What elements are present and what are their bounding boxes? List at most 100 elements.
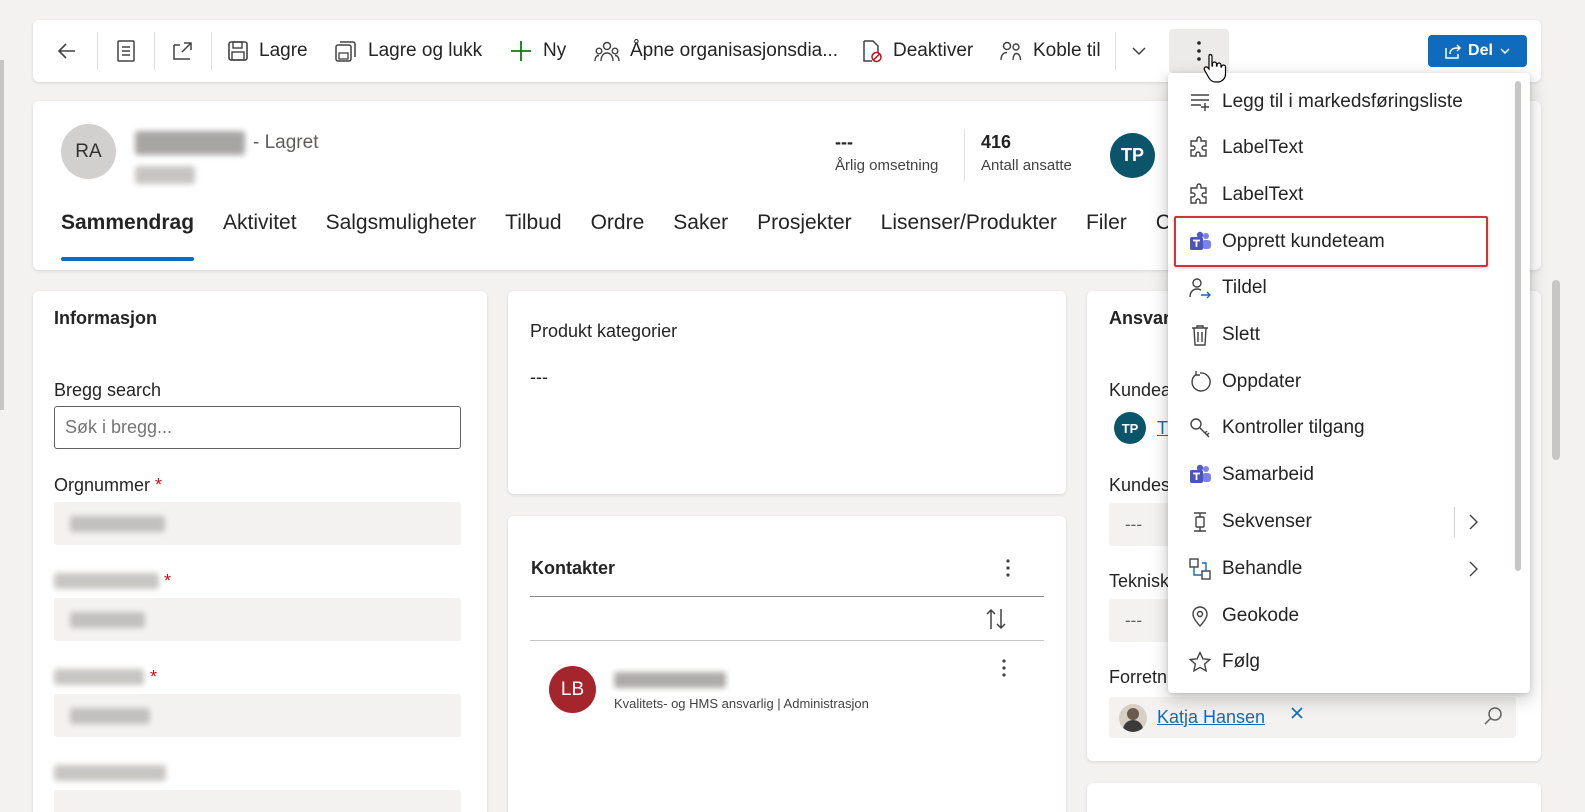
open-org-chart-button[interactable]: Åpne organisasjonsdia... [594, 20, 838, 82]
chevron-right-icon [1462, 511, 1484, 539]
contacts-title: Kontakter [531, 558, 616, 578]
menu-item-follow[interactable]: Følg [1168, 639, 1508, 685]
redacted-value [70, 612, 145, 628]
save-close-button[interactable]: Lagre og lukk [334, 20, 482, 82]
contact-name-redacted[interactable] [614, 672, 726, 688]
connect-label: Koble til [1033, 40, 1101, 61]
more-vertical-icon [1006, 559, 1010, 577]
contacts-more-button[interactable] [1005, 558, 1011, 583]
tab-salgsmuligheter[interactable]: Salgsmuligheter [326, 211, 477, 261]
deactivate-icon [863, 40, 882, 63]
contact-more-button[interactable] [1001, 658, 1007, 683]
tab-sammendrag[interactable]: Sammendrag [61, 211, 195, 261]
company-name-field[interactable] [54, 598, 461, 641]
menu-item-refresh[interactable]: Oppdater [1168, 359, 1508, 405]
divider [964, 129, 965, 181]
record-subtitle-redacted [135, 166, 195, 184]
redacted-value [70, 708, 150, 724]
more-vertical-icon [1002, 659, 1006, 677]
business-responsible-label: Forretn [1109, 667, 1168, 687]
connect-dropdown-button[interactable] [1130, 20, 1158, 82]
puzzle-icon [1188, 136, 1212, 160]
remove-person-button[interactable] [1290, 706, 1304, 725]
page-scrollbar[interactable] [1552, 280, 1560, 460]
menu-item-geocode[interactable]: Geokode [1168, 593, 1508, 639]
owner-avatar[interactable]: TP [1110, 133, 1155, 178]
employees-value: 416 [981, 132, 1012, 152]
menu-item-label: Behandle [1222, 558, 1303, 579]
deactivate-button[interactable]: Deaktiver [859, 20, 973, 82]
sort-button[interactable] [985, 607, 1007, 636]
bregg-search-label: Bregg search [54, 380, 162, 400]
more-vertical-icon [1197, 41, 1201, 61]
orgnr-field[interactable] [54, 502, 461, 545]
section-title: Informasjon [54, 308, 158, 328]
menu-item-sequences[interactable]: Sekvenser [1168, 499, 1508, 545]
employees-label: Antall ansatte [981, 157, 1072, 174]
form-view-button[interactable] [115, 20, 147, 82]
chevron-down-icon [1500, 48, 1510, 55]
divider [1115, 32, 1116, 70]
menu-item-labeltext-2[interactable]: LabelText [1168, 172, 1508, 218]
customer-type-field[interactable] [54, 694, 461, 737]
menu-item-process[interactable]: Behandle [1168, 546, 1508, 592]
search-icon [1484, 707, 1502, 725]
lookup-search-button[interactable] [1483, 706, 1503, 731]
tech-responsible-label: Teknisk [1109, 571, 1170, 591]
star-icon [1188, 650, 1212, 674]
tab-filer[interactable]: Filer [1086, 211, 1127, 261]
redacted-label [54, 669, 144, 685]
sequence-icon [1188, 510, 1212, 534]
location-pin-icon [1188, 604, 1212, 628]
divider [530, 596, 1044, 597]
connect-button[interactable]: Koble til [999, 20, 1101, 82]
menu-item-check-access[interactable]: Kontroller tilgang [1168, 405, 1508, 451]
deactivate-label: Deaktiver [893, 40, 974, 61]
hand-cursor-icon [1203, 52, 1229, 89]
back-button[interactable] [55, 20, 89, 82]
chevron-right-icon [1462, 558, 1484, 586]
menu-item-assign[interactable]: Tildel [1168, 265, 1508, 311]
tab-prosjekter[interactable]: Prosjekter [757, 211, 852, 261]
puzzle-icon [1188, 183, 1212, 207]
menu-item-label: Geokode [1222, 605, 1300, 626]
menu-item-labeltext-1[interactable]: LabelText [1168, 125, 1508, 171]
menu-item-delete[interactable]: Slett [1168, 312, 1508, 358]
share-button[interactable]: Del [1428, 35, 1527, 67]
product-categories-value: --- [530, 367, 548, 387]
tab-saker[interactable]: Saker [673, 211, 728, 261]
menu-item-collaborate[interactable]: Samarbeid [1168, 452, 1508, 498]
menu-scrollbar[interactable] [1515, 81, 1521, 571]
tab-aktivitet[interactable]: Aktivitet [223, 211, 297, 261]
divider [530, 640, 1044, 641]
new-button[interactable]: Ny [509, 20, 566, 82]
bregg-search-input[interactable] [54, 406, 461, 449]
share-label: Del [1468, 42, 1493, 59]
tab-tilbud[interactable]: Tilbud [505, 211, 561, 261]
share-icon [1445, 44, 1462, 59]
open-new-window-button[interactable] [171, 20, 205, 82]
tab-bar: Sammendrag Aktivitet Salgsmuligheter Til… [61, 211, 1200, 261]
person-arrow-icon [1188, 276, 1212, 300]
business-responsible-field[interactable]: Katja Hansen [1109, 697, 1516, 738]
more-commands-menu: Legg til i markedsføringsliste LabelText… [1168, 73, 1530, 693]
save-close-label: Lagre og lukk [368, 40, 483, 61]
contact-avatar[interactable]: LB [549, 666, 596, 713]
required-mark-text: * [164, 571, 172, 591]
tab-ordre[interactable]: Ordre [591, 211, 645, 261]
person-photo [1119, 704, 1147, 732]
required-mark: * [150, 667, 157, 688]
business-responsible-link[interactable]: Katja Hansen [1157, 707, 1265, 728]
customer-responsible-avatar: TP [1114, 412, 1146, 444]
divider [154, 32, 155, 70]
list-add-icon [1188, 90, 1212, 114]
record-title-redacted [135, 131, 245, 155]
customer-group-field[interactable] [54, 790, 461, 812]
plus-icon [511, 41, 531, 61]
save-button[interactable]: Lagre [227, 20, 308, 82]
tab-lisenser-produkter[interactable]: Lisenser/Produkter [881, 211, 1057, 261]
next-section [1087, 783, 1541, 812]
orgnr-label-text: Orgnummer [54, 475, 151, 495]
customer-responsible-link[interactable]: T [1157, 418, 1168, 439]
menu-item-label: LabelText [1222, 184, 1304, 205]
